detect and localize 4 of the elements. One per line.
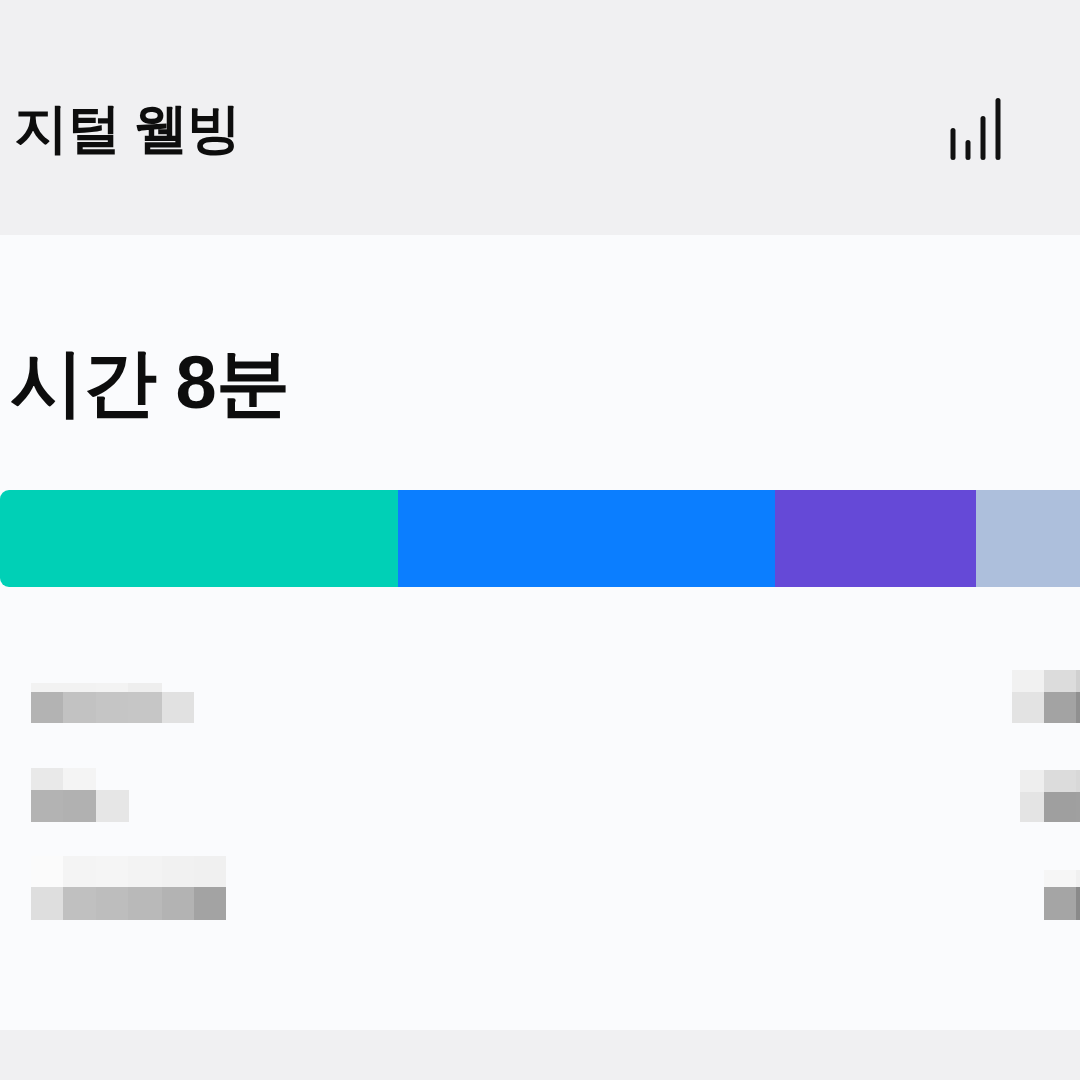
- screen-title: 지털 웰빙: [14, 97, 240, 160]
- signal-bars-icon: [950, 98, 1002, 160]
- total-time: 시간 8분: [9, 340, 290, 426]
- pixelated-area: [1020, 769, 1080, 822]
